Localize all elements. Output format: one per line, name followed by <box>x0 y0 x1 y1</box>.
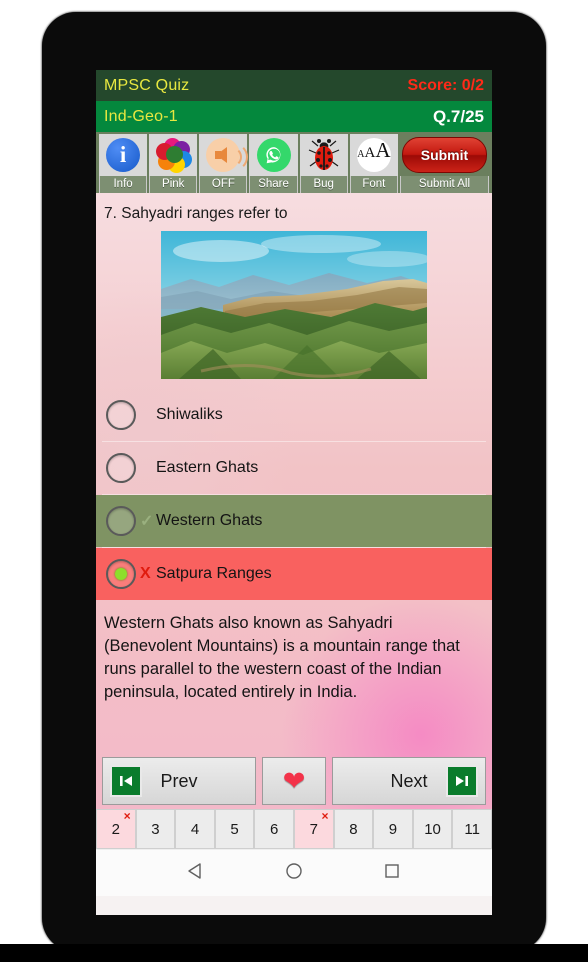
toolbar-label-info: Info <box>99 176 148 193</box>
page-wrong-icon: × <box>321 809 329 823</box>
toolbar-item-info[interactable]: i Info <box>99 134 148 193</box>
question-image-wrap <box>96 229 492 389</box>
toolbar-label-pink: Pink <box>149 176 198 193</box>
info-icon-box[interactable]: i <box>99 134 148 176</box>
next-label: Next <box>390 770 428 791</box>
whatsapp-icon <box>256 138 291 172</box>
whatsapp-icon-box[interactable] <box>249 134 298 176</box>
bug-icon-box[interactable] <box>299 134 348 176</box>
page-number: 5 <box>230 820 239 838</box>
option-radio[interactable] <box>106 506 136 536</box>
page-cell[interactable]: 8 <box>333 809 374 849</box>
skip-previous-icon <box>110 765 142 797</box>
skip-next-icon <box>446 765 478 797</box>
color-palette-icon-box[interactable] <box>149 134 198 176</box>
page-cell[interactable]: 11 <box>452 809 492 849</box>
explanation-text: Western Ghats also known as Sahyadri (Be… <box>104 614 460 701</box>
recents-square-icon[interactable] <box>382 861 402 886</box>
question-pagination: 2 × 3 4 5 6 7 × 8 9 10 11 <box>96 809 492 849</box>
option-label: Eastern Ghats <box>156 459 259 476</box>
page-cell[interactable]: 9 <box>373 809 413 849</box>
info-icon: i <box>106 138 141 172</box>
page-cell[interactable]: 6 <box>254 809 294 849</box>
prev-label: Prev <box>160 770 198 791</box>
toolbar-item-font[interactable]: AAA Font <box>349 134 398 193</box>
option-radio[interactable] <box>106 400 136 430</box>
page-number: 10 <box>424 820 441 838</box>
submit-all-label[interactable]: Submit All <box>399 176 490 193</box>
question-counter: Q.7/25 <box>432 106 484 126</box>
options-list: Shiwaliks Eastern Ghats ✓ Western Ghats … <box>96 389 492 600</box>
page-cell-current[interactable]: 7 × <box>293 809 334 849</box>
quiz-title-bar: Ind-Geo-1 Q.7/25 <box>96 101 492 132</box>
favorite-button[interactable]: ❤ <box>262 757 326 805</box>
option-row-correct[interactable]: ✓ Western Ghats <box>96 495 492 547</box>
toolbar-label-bug: Bug <box>299 176 348 193</box>
option-label: Shiwaliks <box>156 406 223 423</box>
heart-icon: ❤ <box>282 765 306 796</box>
submit-button-box[interactable]: Submit <box>399 134 490 176</box>
page-wrong-icon: × <box>123 809 131 823</box>
question-text: 7. Sahyadri ranges refer to <box>104 205 288 222</box>
question-image <box>161 231 427 379</box>
toolbar-item-share[interactable]: Share <box>249 134 298 193</box>
font-size-icon-box[interactable]: AAA <box>349 134 398 176</box>
page-number: 3 <box>151 820 160 838</box>
app-title-bar: MPSC Quiz Score: 0/2 <box>96 70 492 101</box>
toolbar-label-font: Font <box>349 176 398 193</box>
page-number: 4 <box>190 820 200 838</box>
app-title: MPSC Quiz <box>104 76 190 94</box>
color-palette-icon <box>156 138 193 173</box>
toolbar-item-submit[interactable]: Submit Submit All <box>399 134 490 193</box>
toolbar-label-sound: OFF <box>199 176 248 193</box>
option-row-wrong[interactable]: X Satpura Ranges <box>96 548 492 600</box>
page-cell[interactable]: 4 <box>175 809 215 849</box>
submit-button[interactable]: Submit <box>401 137 488 173</box>
page-number: 2 <box>111 820 120 838</box>
toolbar-label-share: Share <box>249 176 298 193</box>
android-navigation-bar <box>96 849 492 896</box>
page-cell[interactable]: 10 <box>412 809 453 849</box>
score-label: Score: 0/2 <box>407 76 484 94</box>
font-size-icon: AAA <box>356 138 391 172</box>
toolbar: i Info Pink OFF Share Bug A A A Font Sub… <box>96 132 492 193</box>
toolbar-item-sound[interactable]: OFF <box>199 134 249 193</box>
option-label: Satpura Ranges <box>156 565 272 582</box>
toolbar-item-pink[interactable]: Pink <box>149 134 198 193</box>
bottom-black-bar <box>0 944 588 962</box>
option-row[interactable]: Eastern Ghats <box>96 442 492 494</box>
quiz-name: Ind-Geo-1 <box>104 107 178 125</box>
bug-icon <box>307 137 341 173</box>
home-circle-icon[interactable] <box>284 861 304 886</box>
page-cell[interactable]: 2 × <box>96 809 136 849</box>
speaker-icon <box>206 138 249 172</box>
page-number: 9 <box>388 820 398 838</box>
page-number: 11 <box>464 820 480 838</box>
speaker-icon-box[interactable] <box>199 134 249 176</box>
next-button[interactable]: Next <box>332 757 486 805</box>
back-triangle-icon[interactable] <box>186 861 206 886</box>
wrong-cross-icon: X <box>140 565 151 582</box>
toolbar-item-bug[interactable]: Bug <box>299 134 348 193</box>
option-radio[interactable] <box>106 453 136 483</box>
correct-check-icon: ✓ <box>140 513 154 530</box>
page-number: 8 <box>349 820 358 838</box>
navigation-bar: Prev ❤ Next <box>96 757 492 805</box>
question-content-area: 7. Sahyadri ranges refer to Shiwaliks Ea… <box>96 193 492 809</box>
page-number: 6 <box>270 820 279 838</box>
page-cell[interactable]: 5 <box>214 809 255 849</box>
option-radio-selected[interactable] <box>106 559 136 589</box>
page-cell[interactable]: 3 <box>135 809 176 849</box>
prev-button[interactable]: Prev <box>102 757 256 805</box>
page-number: 7 <box>309 820 318 838</box>
tablet-screen: MPSC Quiz Score: 0/2 Ind-Geo-1 Q.7/25 i … <box>96 70 492 915</box>
option-row[interactable]: Shiwaliks <box>96 389 492 441</box>
option-label: Western Ghats <box>156 512 263 529</box>
